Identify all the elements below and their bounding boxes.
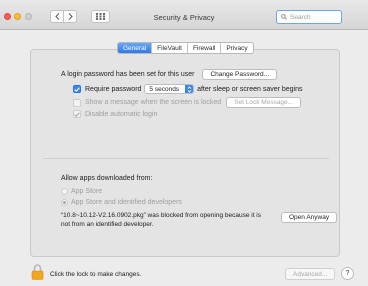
login-password-row: A login password has been set for this u…	[61, 69, 278, 80]
checkmark-icon	[74, 86, 80, 92]
disable-auto-login-checkbox[interactable]	[73, 110, 81, 118]
security-privacy-window: Security & Privacy Search A login passwo…	[0, 0, 368, 286]
radio-app-store-label: App Store	[71, 188, 103, 195]
lock-button[interactable]	[31, 263, 44, 282]
radio-identified-label: App Store and identified developers	[71, 199, 182, 206]
disable-auto-login-row: Disable automatic login	[73, 110, 157, 118]
login-password-text: A login password has been set for this u…	[61, 71, 195, 78]
change-password-button[interactable]: Change Password...	[202, 69, 278, 80]
tab-firewall[interactable]: Firewall	[188, 43, 222, 53]
require-password-suffix: after sleep or screen saver begins	[197, 85, 303, 93]
require-password-row: Require password 5 seconds after sleep o…	[73, 84, 303, 94]
search-icon	[281, 14, 287, 20]
password-delay-select[interactable]: 5 seconds	[144, 84, 195, 94]
search-field[interactable]: Search	[276, 10, 342, 24]
require-password-label: Require password	[85, 85, 142, 93]
tab-bar: General FileVault Firewall Privacy	[117, 42, 254, 54]
title-bar: Security & Privacy Search	[0, 0, 368, 30]
tab-filevault[interactable]: FileVault	[152, 43, 188, 53]
radio-identified-row: App Store and identified developers	[61, 199, 182, 206]
select-arrows-icon	[185, 85, 194, 93]
advanced-button[interactable]: Advanced...	[285, 268, 336, 280]
set-lock-message-button[interactable]: Set Lock Message...	[226, 97, 302, 108]
checkmark-icon	[74, 111, 80, 117]
downloads-heading: Allow apps downloaded from:	[61, 175, 153, 182]
show-message-row: Show a message when the screen is locked…	[73, 97, 302, 108]
show-message-checkbox[interactable]	[73, 98, 81, 107]
tab-general[interactable]: General	[118, 43, 153, 53]
disable-auto-login-label: Disable automatic login	[85, 110, 158, 118]
tab-privacy[interactable]: Privacy	[221, 43, 252, 53]
blocked-app-message: “10.8~10.12-V2.16.0902.pkg” was blocked …	[61, 212, 262, 228]
search-placeholder: Search	[290, 13, 311, 21]
help-button[interactable]: ?	[341, 267, 354, 280]
show-message-label: Show a message when the screen is locked	[85, 99, 222, 106]
require-password-checkbox[interactable]	[73, 85, 81, 93]
password-delay-value: 5 seconds	[149, 85, 180, 93]
radio-app-store-row: App Store	[61, 188, 102, 195]
lock-icon	[31, 264, 44, 280]
section-divider	[43, 158, 329, 159]
radio-identified-developers[interactable]	[61, 199, 68, 206]
general-pane: A login password has been set for this u…	[30, 49, 340, 257]
radio-app-store[interactable]	[61, 188, 68, 195]
lock-label: Click the lock to make changes.	[50, 271, 142, 278]
open-anyway-button[interactable]: Open Anyway	[281, 212, 338, 223]
